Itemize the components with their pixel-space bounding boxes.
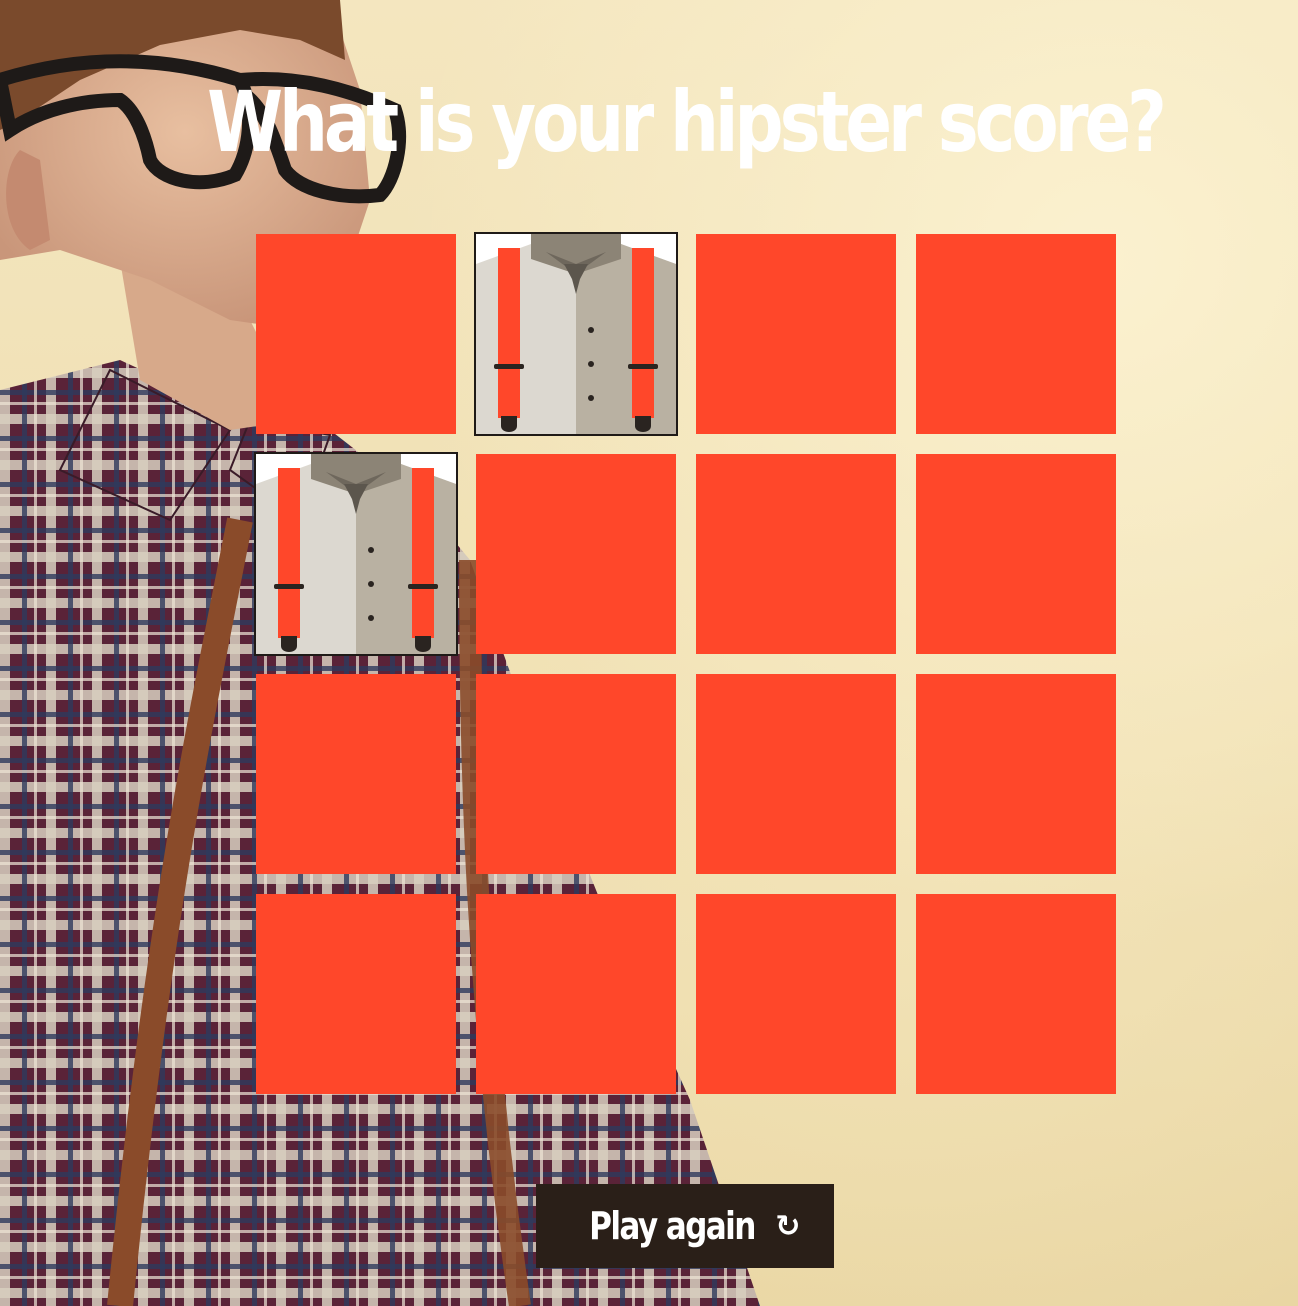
memory-card[interactable] [916, 894, 1116, 1094]
memory-card[interactable] [916, 234, 1116, 434]
memory-card[interactable] [696, 894, 896, 1094]
memory-card[interactable] [476, 674, 676, 874]
memory-card-grid [254, 232, 1116, 1094]
memory-card[interactable] [916, 454, 1116, 654]
memory-card[interactable] [256, 674, 456, 874]
memory-card[interactable] [916, 674, 1116, 874]
memory-card[interactable] [476, 894, 676, 1094]
memory-card[interactable] [476, 454, 676, 654]
page-title: What is your hipster score? [207, 73, 1167, 171]
refresh-icon: ↻ [775, 1208, 800, 1244]
memory-card[interactable] [696, 454, 896, 654]
memory-card[interactable] [696, 234, 896, 434]
play-again-label: Play again [589, 1204, 757, 1248]
suspenders-shirt-icon [256, 454, 456, 654]
memory-card-face-up[interactable] [254, 452, 458, 656]
memory-card[interactable] [696, 674, 896, 874]
memory-card-face-up[interactable] [474, 232, 678, 436]
suspenders-shirt-icon [476, 234, 676, 434]
play-again-button[interactable]: Play again ↻ [536, 1184, 834, 1268]
memory-card[interactable] [256, 234, 456, 434]
memory-card[interactable] [256, 894, 456, 1094]
